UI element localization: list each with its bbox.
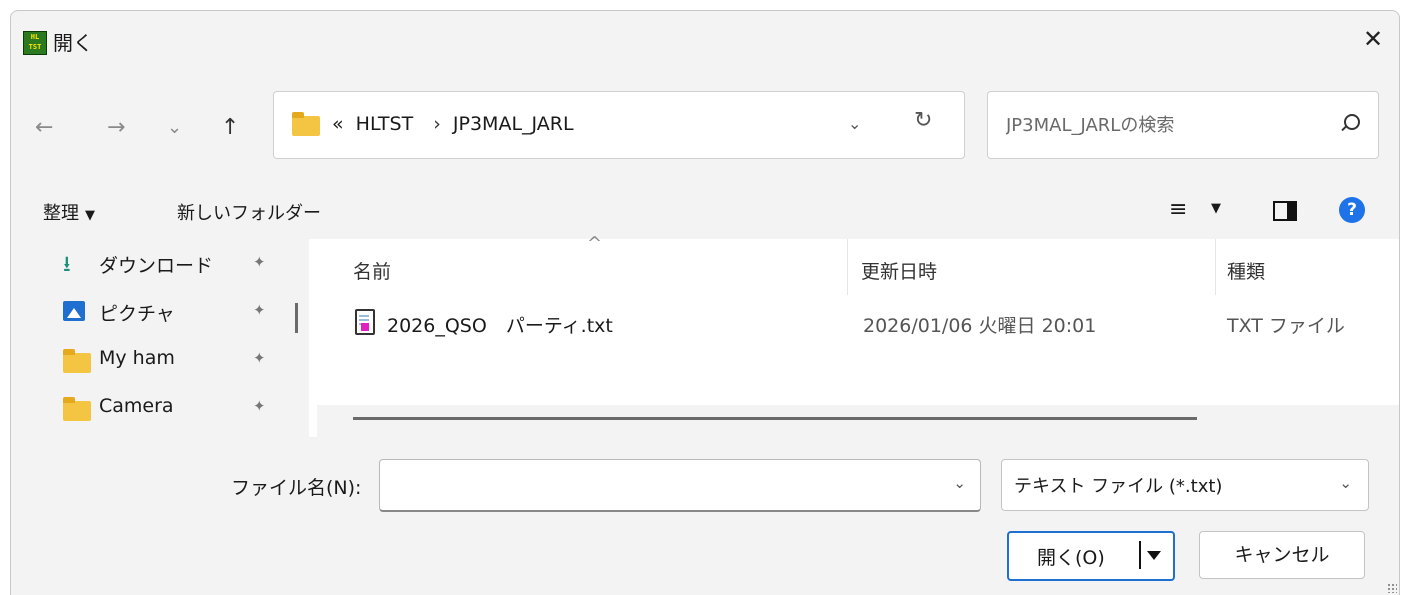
view-dropdown-icon[interactable]: ▼ <box>1211 201 1221 216</box>
sidebar-item-label: Camera <box>99 395 174 417</box>
sidebar-item-my-ham[interactable]: My ham ✦ <box>57 343 287 383</box>
file-type: TXT ファイル <box>1227 315 1345 337</box>
sidebar-item-downloads[interactable]: ⭳ ダウンロード ✦ <box>57 247 287 287</box>
navigation-bar: ← → ⌄ ↑ « HLTST › JP3MAL_JARL ⌄ ↻ <box>11 71 1399 181</box>
up-button[interactable]: ↑ <box>221 115 239 140</box>
open-options-dropdown-icon[interactable] <box>1139 541 1167 569</box>
forward-button[interactable]: → <box>107 115 125 140</box>
file-type-filter[interactable]: テキスト ファイル (*.txt) ⌄ <box>1001 459 1369 511</box>
pin-icon[interactable]: ✦ <box>253 301 266 319</box>
window-title: 開く <box>53 31 93 55</box>
horizontal-scrollbar[interactable] <box>353 417 1197 420</box>
new-folder-button[interactable]: 新しいフォルダー <box>177 199 321 225</box>
organize-button[interactable]: 整理 ▼ <box>43 199 95 225</box>
close-button[interactable]: ✕ <box>1353 19 1393 59</box>
horizontal-scroll-area <box>317 405 1399 437</box>
text-file-icon <box>355 309 375 335</box>
help-icon[interactable]: ? <box>1339 197 1365 223</box>
column-divider[interactable] <box>1215 239 1216 295</box>
navigation-pane: ⭳ ダウンロード ✦ ピクチャ ✦ My ham ✦ Camera ✦ <box>11 239 309 437</box>
sidebar-item-label: ピクチャ <box>99 303 175 325</box>
pin-icon[interactable]: ✦ <box>253 397 266 415</box>
sidebar-item-label: My ham <box>99 347 175 369</box>
pin-icon[interactable]: ✦ <box>253 253 266 271</box>
file-name: 2026_QSO パーティ.txt <box>387 315 613 337</box>
breadcrumb-item-current[interactable]: JP3MAL_JARL <box>453 113 574 135</box>
column-divider[interactable] <box>847 239 848 295</box>
file-type-filter-value: テキスト ファイル (*.txt) <box>1014 476 1223 497</box>
cancel-button[interactable]: キャンセル <box>1199 531 1365 579</box>
breadcrumb: « HLTST › JP3MAL_JARL <box>332 113 580 135</box>
back-button[interactable]: ← <box>35 115 53 140</box>
breadcrumb-item-hltst[interactable]: HLTST <box>356 113 414 135</box>
open-file-dialog: HL TST 開く ✕ ← → ⌄ ↑ « HLTST › JP3MAL_JARL… <box>10 10 1400 595</box>
content-area: ⭳ ダウンロード ✦ ピクチャ ✦ My ham ✦ Camera ✦ ^ 名前… <box>11 233 1399 437</box>
resize-grip-icon[interactable] <box>1387 583 1397 593</box>
sort-ascending-icon: ^ <box>587 233 603 254</box>
download-icon: ⭳ <box>63 252 71 277</box>
folder-icon <box>63 397 91 421</box>
address-bar[interactable]: « HLTST › JP3MAL_JARL ⌄ ↻ <box>273 91 965 159</box>
app-icon: HL TST <box>23 31 47 55</box>
file-list: ^ 名前 更新日時 種類 2026_QSO パーティ.txt 2026/01/0… <box>317 233 1399 437</box>
title-bar: HL TST 開く ✕ <box>11 11 1399 71</box>
file-modified: 2026/01/06 火曜日 20:01 <box>863 315 1097 337</box>
file-row[interactable]: 2026_QSO パーティ.txt 2026/01/06 火曜日 20:01 T… <box>317 303 1399 343</box>
pin-icon[interactable]: ✦ <box>253 349 266 367</box>
dialog-footer: ファイル名(N): ⌄ テキスト ファイル (*.txt) ⌄ 開く(O) キャ… <box>11 437 1399 595</box>
column-header: ^ 名前 更新日時 種類 <box>317 233 1399 295</box>
folder-icon <box>63 349 91 373</box>
filename-combobox[interactable]: ⌄ <box>379 459 981 512</box>
chevron-down-icon: ⌄ <box>1339 474 1352 492</box>
open-button-label: 開く(O) <box>1037 547 1105 569</box>
navigation-scrollbar[interactable] <box>295 303 298 333</box>
preview-pane-icon[interactable] <box>1273 201 1297 221</box>
sidebar-item-pictures[interactable]: ピクチャ ✦ <box>57 295 287 335</box>
sidebar-item-camera[interactable]: Camera ✦ <box>57 391 287 431</box>
recent-locations-button[interactable]: ⌄ <box>167 117 182 138</box>
view-options-icon[interactable]: ≡ <box>1169 197 1187 222</box>
command-bar: 整理 ▼ 新しいフォルダー ≡ ▼ ? <box>11 181 1399 239</box>
search-box[interactable] <box>987 91 1379 159</box>
chevron-down-icon[interactable]: ⌄ <box>953 474 966 492</box>
organize-label: 整理 <box>43 203 79 224</box>
chevron-down-icon: ▼ <box>85 208 95 223</box>
folder-icon <box>292 112 320 136</box>
column-header-modified[interactable]: 更新日時 <box>861 257 937 284</box>
search-icon[interactable] <box>1344 114 1360 130</box>
breadcrumb-overflow[interactable]: « <box>332 113 344 135</box>
refresh-icon[interactable]: ↻ <box>914 108 932 133</box>
breadcrumb-separator-icon[interactable]: › <box>433 113 441 135</box>
column-header-type[interactable]: 種類 <box>1227 257 1265 284</box>
search-input[interactable] <box>1004 110 1328 140</box>
open-button[interactable]: 開く(O) <box>1007 531 1175 581</box>
column-header-name[interactable]: 名前 <box>353 257 391 284</box>
filename-input[interactable] <box>388 470 932 500</box>
filename-label: ファイル名(N): <box>231 477 362 499</box>
address-dropdown-icon[interactable]: ⌄ <box>848 114 861 133</box>
pictures-icon <box>63 301 85 321</box>
sidebar-item-label: ダウンロード <box>99 255 214 277</box>
